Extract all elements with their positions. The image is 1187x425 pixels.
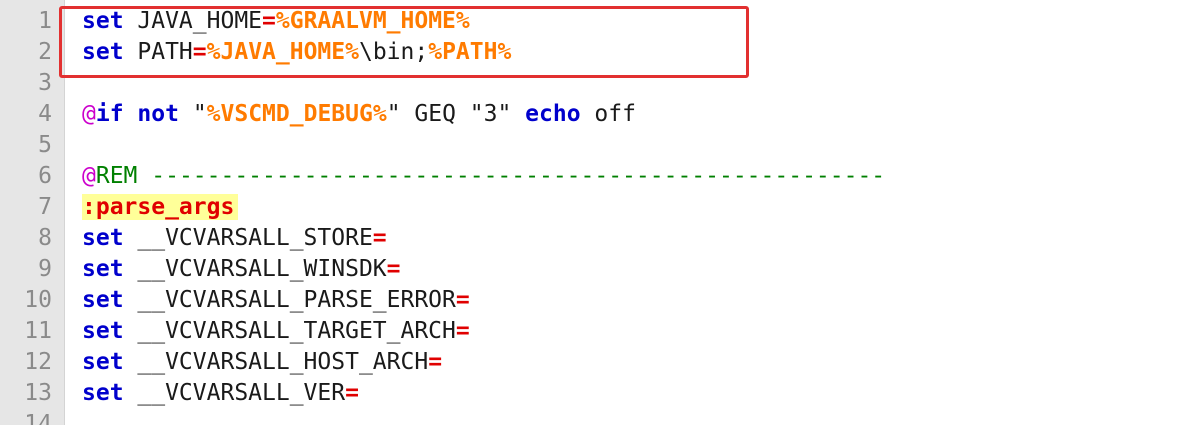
code-line[interactable]: 9 set __VCVARSALL_WINSDK = (0, 253, 1187, 284)
code-line[interactable]: 11 set __VCVARSALL_TARGET_ARCH = (0, 315, 1187, 346)
code-line[interactable]: 12 set __VCVARSALL_HOST_ARCH = (0, 346, 1187, 377)
string-token: " GEQ "3" (386, 100, 526, 127)
code-content[interactable]: @ REM -----------------------------------… (82, 160, 885, 191)
identifier-token: off (580, 100, 636, 127)
keyword-token: set (82, 255, 124, 282)
keyword-token: echo (525, 100, 581, 127)
keyword-token: set (82, 224, 124, 251)
identifier-token: __VCVARSALL_TARGET_ARCH (123, 317, 456, 344)
at-sign-token: @ (82, 100, 96, 127)
code-content[interactable]: :parse_args (82, 191, 239, 222)
comment-keyword-token: REM (95, 162, 138, 189)
line-number: 1 (38, 7, 52, 34)
code-line[interactable]: 6 @ REM ---------------------------------… (0, 160, 1187, 191)
line-number: 2 (38, 38, 52, 65)
code-line[interactable]: 14 (0, 408, 1187, 425)
code-editor[interactable]: 1 set JAVA_HOME = %GRAALVM_HOME% 2 set PAT… (0, 0, 1187, 425)
code-content[interactable]: set __VCVARSALL_PARSE_ERROR = (82, 284, 470, 315)
line-number: 5 (38, 131, 52, 158)
operator-token: = (345, 379, 359, 406)
at-sign-token: @ (82, 162, 96, 189)
code-content[interactable]: set __VCVARSALL_STORE = (82, 222, 387, 253)
keyword-token: if (95, 100, 124, 127)
line-number: 6 (38, 162, 52, 189)
code-content[interactable]: set __VCVARSALL_HOST_ARCH = (82, 346, 442, 377)
variable-token: %VSCMD_DEBUG% (206, 100, 387, 127)
line-number: 7 (38, 193, 52, 220)
keyword-token: not (137, 100, 179, 127)
identifier-token: __VCVARSALL_HOST_ARCH (123, 348, 429, 375)
line-number: 8 (38, 224, 52, 251)
keyword-token: set (82, 379, 124, 406)
code-line[interactable]: 7 :parse_args (0, 191, 1187, 222)
line-number: 13 (24, 379, 52, 406)
keyword-token: set (82, 348, 124, 375)
identifier-token: __VCVARSALL_VER (123, 379, 346, 406)
code-content[interactable]: set __VCVARSALL_VER = (82, 377, 359, 408)
line-number: 14 (24, 410, 52, 425)
code-content[interactable]: @ if not " %VSCMD_DEBUG% " GEQ "3" echo off (82, 98, 636, 129)
code-line[interactable]: 13 set __VCVARSALL_VER = (0, 377, 1187, 408)
annotation-highlight-box (59, 6, 749, 78)
operator-token: = (455, 317, 470, 344)
line-number: 10 (24, 286, 52, 313)
operator-token: = (428, 348, 443, 375)
identifier-token: __VCVARSALL_WINSDK (123, 255, 387, 282)
line-number: 11 (24, 317, 52, 344)
code-line[interactable]: 10 set __VCVARSALL_PARSE_ERROR = (0, 284, 1187, 315)
operator-token: = (455, 286, 470, 313)
code-content[interactable]: set __VCVARSALL_TARGET_ARCH = (82, 315, 470, 346)
keyword-token: set (82, 286, 124, 313)
operator-token: = (372, 224, 387, 251)
label-token: :parse_args (82, 193, 239, 220)
comment-token: ----------------------------------------… (137, 162, 886, 189)
code-line[interactable]: 8 set __VCVARSALL_STORE = (0, 222, 1187, 253)
identifier-token: __VCVARSALL_STORE (123, 224, 373, 251)
operator-token: = (386, 255, 401, 282)
code-line[interactable]: 5 (0, 129, 1187, 160)
line-number: 4 (38, 100, 52, 127)
keyword-token: set (82, 317, 124, 344)
line-number: 9 (38, 255, 52, 282)
string-quote-token: " (178, 100, 207, 127)
line-number: 12 (24, 348, 52, 375)
code-content[interactable]: set __VCVARSALL_WINSDK = (82, 253, 401, 284)
code-line[interactable]: 4 @ if not " %VSCMD_DEBUG% " GEQ "3" echo o… (0, 98, 1187, 129)
identifier-token: __VCVARSALL_PARSE_ERROR (123, 286, 456, 313)
line-number: 3 (38, 69, 52, 96)
